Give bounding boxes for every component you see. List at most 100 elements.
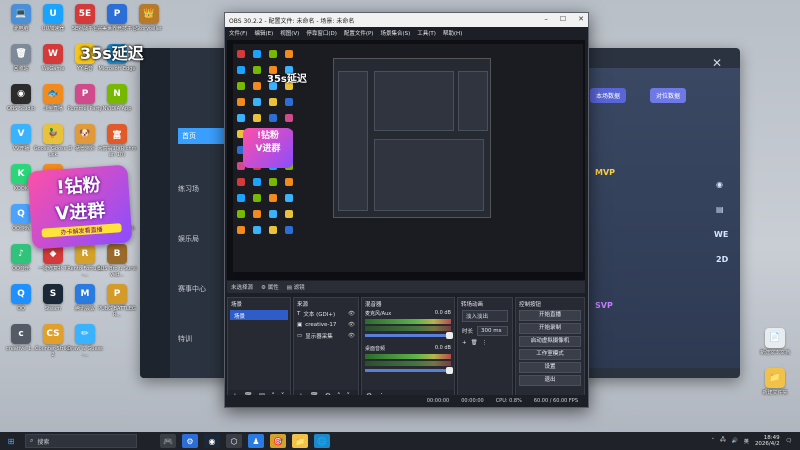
exit-button[interactable]: 退出 — [519, 375, 581, 386]
preview-icon — [237, 66, 245, 74]
taskbar-app-icon[interactable]: 🎯 — [270, 434, 286, 448]
taskbar-app-icon[interactable]: ♟ — [248, 434, 264, 448]
nested-panel-preview — [374, 71, 454, 131]
maximize-icon[interactable]: ☐ — [560, 15, 566, 23]
desktop-icon[interactable]: B BUS Bro u Survived... — [97, 244, 137, 288]
preview-icon — [269, 114, 277, 122]
menu-scene-collection[interactable]: 场景集合(S) — [380, 29, 410, 37]
volume-meter — [365, 326, 451, 331]
scene-item[interactable]: 场景 — [230, 310, 288, 320]
transition-select[interactable]: 淡入淡出 — [462, 310, 508, 322]
taskbar-app-icon[interactable]: 🌐 — [314, 434, 330, 448]
source-label: 文本 (GDI+) — [303, 311, 336, 318]
promo-banner: !钻粉 V进群 办卡解发看直播 — [27, 164, 133, 250]
close-icon[interactable]: ✕ — [578, 15, 584, 23]
cpu-usage: CPU: 0.8% — [495, 398, 522, 404]
input-language[interactable]: 英 — [744, 438, 749, 445]
start-streaming-button[interactable]: 开始直播 — [519, 310, 581, 321]
app-icon: 👑 — [139, 4, 159, 24]
launcher-side-icon-4[interactable]: 2D — [716, 255, 728, 264]
obs-window[interactable]: OBS 30.2.2 - 配置文件: 未命名 - 场景: 未命名 – ☐ ✕ 文… — [224, 12, 589, 408]
preview-icon — [237, 210, 245, 218]
mixer-channel-mic: 麦克风/Aux 0.0 dB — [365, 310, 453, 339]
desktop-icon[interactable]: 富大富翁10(Richman 10) — [97, 124, 137, 168]
app-icon: ◉ — [11, 84, 31, 104]
start-virtual-camera-button[interactable]: 启动虚拟摄像机 — [519, 336, 581, 347]
taskbar-app-icon[interactable]: ⚙ — [182, 434, 198, 448]
taskbar-app-icon[interactable]: ◉ — [204, 434, 220, 448]
stream-delay-overlay: 35s延迟 — [80, 44, 144, 63]
minimize-icon[interactable]: – — [544, 15, 548, 23]
desktop-icon[interactable]: N NVIDIA App — [100, 84, 134, 128]
app-icon: 5E — [75, 4, 95, 24]
volume-meter — [365, 319, 451, 324]
taskbar-app-icon[interactable]: ⬡ — [226, 434, 242, 448]
system-tray: ˄ 🖧 🔊 英 18:49 2026/4/2 🗨 — [712, 435, 800, 447]
network-icon[interactable]: 🖧 — [720, 437, 726, 445]
taskbar-app-icon[interactable]: 📁 — [292, 434, 308, 448]
menu-docks[interactable]: 停靠窗口(D) — [306, 29, 337, 37]
desktop-icon-label: 新建文件夹 — [762, 390, 788, 396]
app-icon: P — [107, 4, 127, 24]
transition-menu-icon[interactable]: ⋮ — [482, 340, 488, 346]
filters-button[interactable]: ▤ 滤镜 — [287, 283, 305, 291]
windows-start-icon[interactable]: ⊞ — [3, 434, 19, 448]
tab-lane-data[interactable]: 对位数据 — [650, 88, 687, 103]
volume-slider[interactable] — [365, 332, 453, 339]
app-icon: c — [11, 324, 31, 344]
source-item[interactable]: ▣ creative-17 👁 — [294, 319, 358, 330]
launcher-close-icon[interactable]: ✕ — [712, 56, 722, 70]
menu-profile[interactable]: 配置文件(P) — [344, 29, 374, 37]
duration-input[interactable]: 300 ms — [477, 326, 508, 336]
eye-icon[interactable]: 👁 — [348, 333, 355, 339]
eye-icon[interactable]: 👁 — [348, 311, 355, 317]
settings-button[interactable]: 设置 — [519, 362, 581, 373]
volume-slider[interactable] — [365, 367, 453, 374]
remove-transition-icon[interactable]: 🗑 — [471, 340, 478, 346]
source-item[interactable]: ▭ 显示器采集 👁 — [294, 330, 358, 341]
start-recording-button[interactable]: 开始录制 — [519, 323, 581, 334]
taskbar-search[interactable]: ⌕ 搜索 — [25, 434, 137, 448]
menu-edit[interactable]: 编辑(E) — [254, 29, 273, 37]
desktop-icon[interactable]: 📁 新建文件夹 — [758, 368, 792, 412]
properties-button[interactable]: ⚙ 属性 — [261, 283, 279, 291]
launcher-side-icon-2[interactable]: ▤ — [716, 205, 724, 214]
notification-icon[interactable]: 🗨 — [786, 438, 792, 444]
taskbar: ⊞ ⌕ 搜索 🎮 ⚙ ◉ ⬡ ♟ 🎯 📁 🌐 ˄ 🖧 🔊 英 18:49 2026/4/2 🗨 — [0, 432, 800, 450]
menu-tools[interactable]: 工具(T) — [417, 29, 436, 37]
launcher-side-icon-1[interactable]: ◉ — [716, 180, 723, 189]
preview-nested-obs — [333, 58, 491, 218]
channel-db: 0.0 dB — [434, 345, 451, 351]
desktop-icon[interactable]: 📄 新建文本文档 — [758, 328, 792, 372]
source-item[interactable]: T 文本 (GDI+) 👁 — [294, 308, 358, 319]
desktop-icon-label: Draw & Guess -... — [67, 346, 103, 358]
sources-dock: 来源 T 文本 (GDI+) 👁 ▣ creative-17 👁 ▭ 显示器采集… — [293, 297, 359, 403]
clock[interactable]: 18:49 2026/4/2 — [755, 435, 780, 447]
tray-expand-icon[interactable]: ˄ — [712, 438, 715, 444]
menu-help[interactable]: 帮助(H) — [443, 29, 462, 37]
menu-view[interactable]: 视图(V) — [280, 29, 299, 37]
obs-title-text: OBS 30.2.2 - 配置文件: 未命名 - 场景: 未命名 — [229, 17, 355, 25]
desktop-icon[interactable]: ✏ Draw & Guess -... — [67, 324, 103, 368]
obs-menu-bar: 文件(F) 编辑(E) 视图(V) 停靠窗口(D) 配置文件(P) 场景集合(S… — [225, 27, 588, 39]
desktop-icon[interactable]: P PUBG BATTLEGR... — [98, 284, 136, 328]
launcher-stats-panel — [580, 68, 740, 368]
source-label: 显示器采集 — [305, 333, 333, 340]
mixer-header: 混音器 — [365, 302, 382, 308]
studio-mode-button[interactable]: 工作室模式 — [519, 349, 581, 360]
nested-panel-left — [338, 71, 368, 211]
desktop-icon-label: 大富翁10(Richman 10) — [97, 146, 137, 158]
obs-title-bar[interactable]: OBS 30.2.2 - 配置文件: 未命名 - 场景: 未命名 – ☐ ✕ — [225, 13, 588, 27]
volume-icon[interactable]: 🔊 — [732, 438, 738, 444]
add-transition-icon[interactable]: + — [462, 340, 467, 346]
mixer-dock: 混音器 麦克风/Aux0.0 dB 桌面音频0.0 dB ⚙ ⋮ — [361, 297, 455, 403]
preview-icon — [285, 50, 293, 58]
eye-icon[interactable]: 👁 — [348, 322, 355, 328]
launcher-side-icon-3[interactable]: WE — [714, 230, 728, 239]
taskbar-app-icon[interactable]: 🎮 — [160, 434, 176, 448]
tab-match-data[interactable]: 本场数据 — [590, 88, 627, 103]
menu-file[interactable]: 文件(F) — [229, 29, 247, 37]
app-icon: R — [75, 244, 95, 264]
obs-preview[interactable]: 35s延迟 !钻粉 V进群 — [227, 40, 585, 280]
app-icon: 🐶 — [75, 124, 95, 144]
